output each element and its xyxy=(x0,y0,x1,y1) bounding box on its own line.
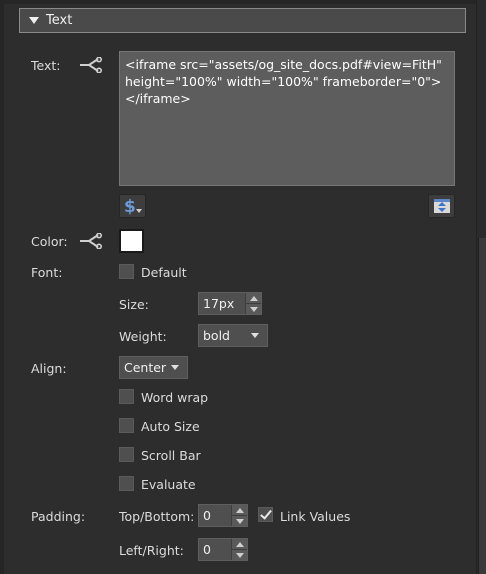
top-bottom-label: Top/Bottom: xyxy=(119,509,195,524)
align-label: Align: xyxy=(31,361,67,376)
panel-top-edge xyxy=(0,0,486,4)
arrow-down-icon xyxy=(249,306,258,312)
top-bottom-stepper[interactable]: 0 xyxy=(198,504,248,527)
arrow-down-icon xyxy=(235,552,244,558)
section-title: Text xyxy=(46,13,73,28)
left-right-decrement[interactable] xyxy=(232,549,247,560)
text-section-header[interactable]: Text xyxy=(19,8,466,33)
svg-text:$: $ xyxy=(124,197,136,216)
auto-size-checkbox[interactable] xyxy=(119,418,134,433)
font-weight-value: bold xyxy=(203,328,230,343)
evaluate-checkbox[interactable] xyxy=(119,476,134,491)
left-right-stepper[interactable]: 0 xyxy=(198,538,248,561)
font-weight-dropdown[interactable]: bold xyxy=(198,324,268,347)
variable-button[interactable]: $ xyxy=(119,194,146,218)
auto-size-label: Auto Size xyxy=(141,419,200,434)
chevron-down-icon xyxy=(171,365,179,370)
scrollbar-thumb[interactable] xyxy=(478,238,486,574)
arrow-up-icon xyxy=(235,541,244,547)
font-default-label: Default xyxy=(141,265,187,280)
word-wrap-checkbox[interactable] xyxy=(119,389,134,404)
left-right-increment[interactable] xyxy=(232,539,247,549)
top-bottom-decrement[interactable] xyxy=(232,515,247,526)
link-icon[interactable] xyxy=(79,57,103,73)
expand-editor-button[interactable] xyxy=(428,194,455,218)
font-label: Font: xyxy=(31,265,63,280)
font-size-stepper[interactable]: 17px xyxy=(198,292,262,315)
arrow-down-icon xyxy=(235,518,244,524)
top-bottom-increment[interactable] xyxy=(232,505,247,515)
font-size-decrement[interactable] xyxy=(246,303,261,314)
scroll-bar-checkbox[interactable] xyxy=(119,447,134,462)
color-swatch[interactable] xyxy=(119,229,144,253)
left-right-label: Left/Right: xyxy=(119,543,184,558)
font-size-increment[interactable] xyxy=(246,293,261,303)
align-value: Center xyxy=(124,360,167,375)
expand-editor-icon xyxy=(433,199,450,213)
color-link-icon[interactable] xyxy=(79,233,103,249)
word-wrap-label: Word wrap xyxy=(141,390,209,405)
align-dropdown[interactable]: Center xyxy=(119,356,188,379)
left-right-value[interactable]: 0 xyxy=(199,539,231,560)
text-value-textarea[interactable]: <iframe src="assets/og_site_docs.pdf#vie… xyxy=(119,51,455,186)
color-label: Color: xyxy=(31,234,68,249)
collapse-triangle-icon xyxy=(29,17,39,24)
scroll-bar-label: Scroll Bar xyxy=(141,448,201,463)
arrow-up-icon xyxy=(249,295,258,301)
padding-label: Padding: xyxy=(31,509,86,524)
arrow-up-icon xyxy=(235,507,244,513)
text-label: Text: xyxy=(31,58,61,73)
font-size-value[interactable]: 17px xyxy=(199,293,245,314)
weight-label: Weight: xyxy=(119,329,167,344)
chevron-down-icon xyxy=(251,333,259,338)
link-values-label: Link Values xyxy=(280,509,351,524)
font-default-checkbox[interactable] xyxy=(119,264,134,279)
link-values-checkbox[interactable] xyxy=(258,507,273,522)
dollar-variable-icon: $ xyxy=(124,197,142,216)
size-label: Size: xyxy=(119,297,149,312)
top-bottom-value[interactable]: 0 xyxy=(199,505,231,526)
panel-left-edge xyxy=(0,0,4,574)
evaluate-label: Evaluate xyxy=(141,477,196,492)
